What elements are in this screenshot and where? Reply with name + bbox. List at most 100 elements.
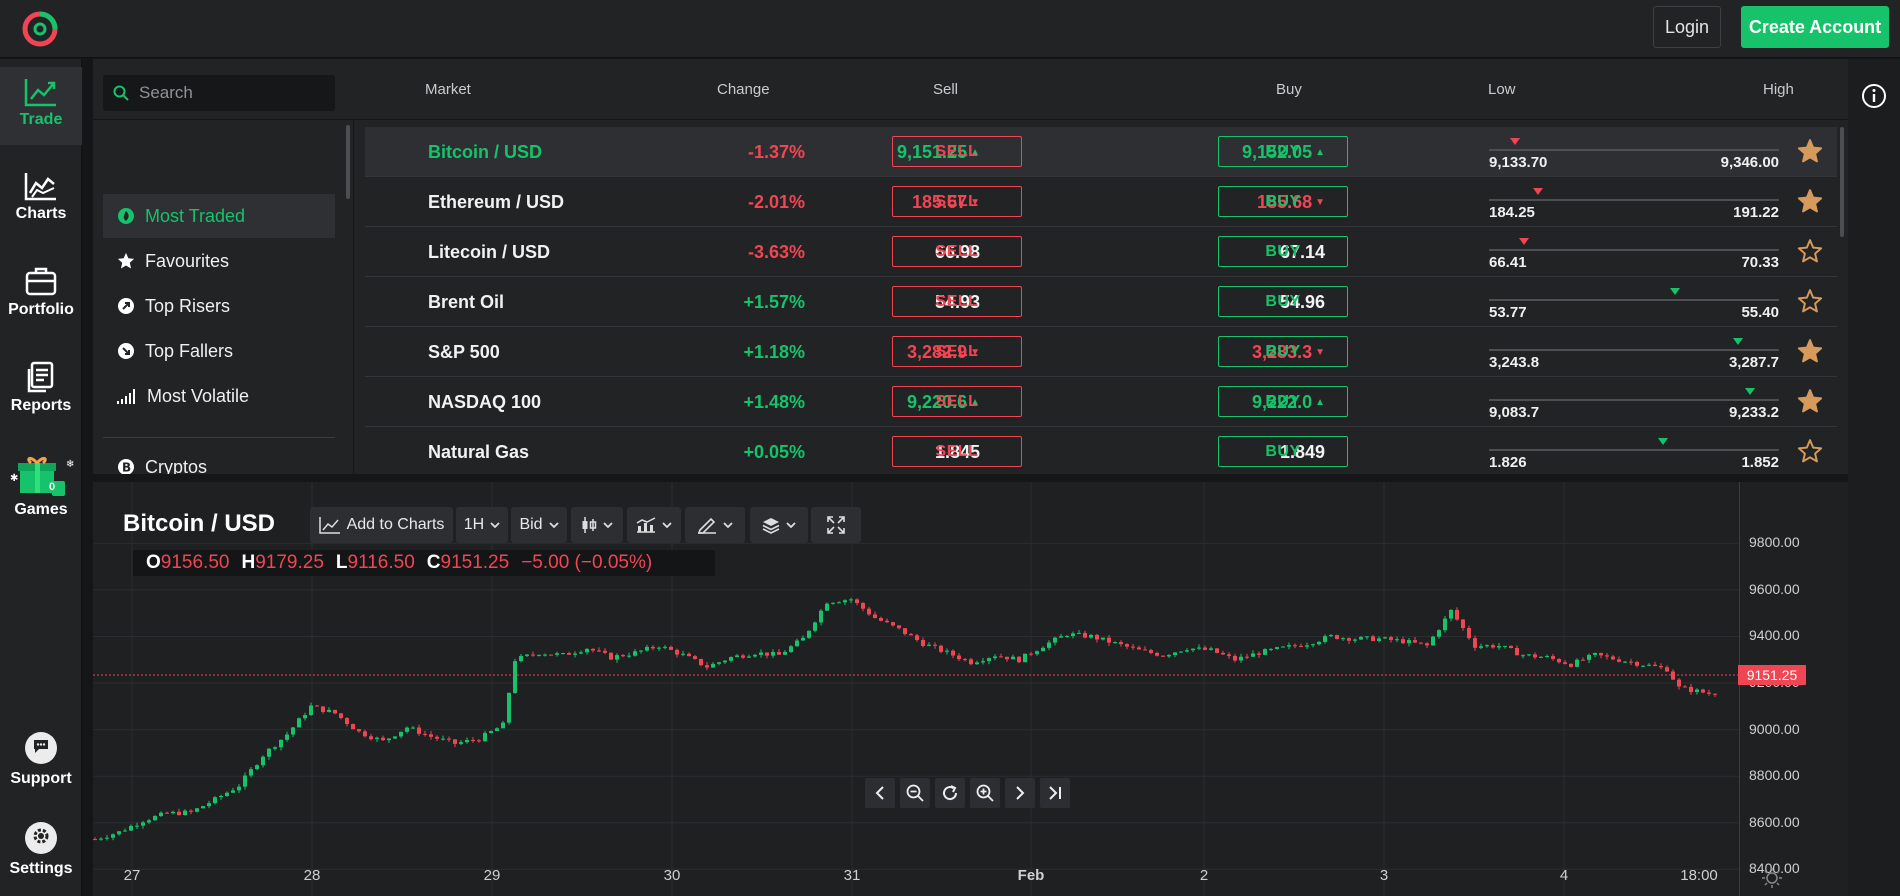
candlestick-chart[interactable]: [93, 482, 1739, 896]
candle-body: [93, 839, 97, 841]
star-outline-icon[interactable]: [1797, 238, 1823, 264]
buy-button[interactable]: BUY: [1218, 286, 1348, 317]
market-row[interactable]: Brent Oil +1.57% 54.93 SELL 54.96 BUY 53…: [365, 277, 1837, 327]
low-label: L: [335, 552, 348, 573]
search-box[interactable]: [103, 75, 335, 111]
candle-body: [225, 792, 229, 797]
add-to-charts-button[interactable]: Add to Charts: [310, 507, 453, 543]
candle-body: [1215, 648, 1219, 653]
go-to-latest-button[interactable]: [1040, 778, 1070, 808]
scroll-left-button[interactable]: [865, 778, 895, 808]
candle-body: [1083, 632, 1087, 638]
sell-button[interactable]: SELL: [892, 236, 1022, 267]
candle-body: [507, 692, 511, 723]
buy-button[interactable]: BUY: [1218, 186, 1348, 217]
candle-body: [1347, 638, 1351, 641]
sell-button[interactable]: SELL: [892, 336, 1022, 367]
star-outline-icon[interactable]: [1797, 288, 1823, 314]
sidebar-item-reports[interactable]: Reports: [0, 361, 82, 415]
login-button[interactable]: Login: [1653, 6, 1721, 48]
category-top-fallers[interactable]: Top Fallers: [103, 329, 335, 373]
candle-body: [801, 637, 805, 641]
interval-select[interactable]: 1H: [456, 507, 508, 543]
price-type-select[interactable]: Bid: [511, 507, 567, 543]
info-icon[interactable]: [1861, 83, 1887, 109]
buy-button[interactable]: BUY: [1218, 236, 1348, 267]
market-name[interactable]: Bitcoin / USD: [428, 127, 542, 177]
candle-body: [1029, 653, 1033, 655]
candle-body: [981, 661, 985, 663]
candle-body: [1575, 659, 1579, 667]
candle-body: [789, 646, 793, 652]
buy-button[interactable]: BUY: [1218, 136, 1348, 167]
sell-button[interactable]: SELL: [892, 186, 1022, 217]
star-filled-icon[interactable]: [1797, 138, 1823, 164]
indicators-select[interactable]: [627, 507, 681, 543]
day-range: 1.826 1.852: [1489, 427, 1779, 474]
sidebar-item-games[interactable]: ✱ ❄ 0 Games: [0, 455, 82, 519]
zoom-out-button[interactable]: [900, 778, 930, 808]
candle-body: [1509, 645, 1513, 649]
market-name[interactable]: S&P 500: [428, 327, 500, 377]
x-tick-label: Feb: [1017, 867, 1045, 884]
fullscreen-button[interactable]: [811, 507, 861, 543]
category-cryptos[interactable]: B Cryptos: [103, 445, 335, 474]
star-filled-icon[interactable]: [1797, 188, 1823, 214]
sidebar-item-support[interactable]: Support: [0, 732, 82, 788]
category-most-traded[interactable]: Most Traded: [103, 194, 335, 238]
candle-body: [381, 737, 385, 741]
candle-body: [1155, 652, 1159, 656]
candle-body: [765, 652, 769, 656]
sidebar-item-trade[interactable]: Trade: [0, 67, 82, 145]
sidebar-item-settings[interactable]: Settings: [0, 822, 82, 878]
candle-body: [1551, 656, 1555, 659]
market-row[interactable]: Litecoin / USD -3.63% 66.98 SELL 67.14 B…: [365, 227, 1837, 277]
create-account-button[interactable]: Create Account: [1741, 6, 1889, 48]
layers-select[interactable]: [750, 507, 808, 543]
search-icon: [113, 85, 129, 101]
scroll-right-button[interactable]: [1005, 778, 1035, 808]
star-filled-icon[interactable]: [1797, 388, 1823, 414]
sidebar-item-charts[interactable]: Charts: [0, 171, 82, 223]
sell-button[interactable]: SELL: [892, 286, 1022, 317]
brand-logo[interactable]: [20, 9, 60, 49]
market-row[interactable]: NASDAQ 100 +1.48% 9,220.6 ▲ SELL 9,222.0 ▲…: [365, 377, 1837, 427]
candle-body: [915, 635, 919, 640]
star-filled-icon[interactable]: [1797, 338, 1823, 364]
candle-body: [1209, 648, 1213, 650]
candle-body: [1701, 689, 1705, 693]
market-scrollbar[interactable]: [1840, 127, 1844, 237]
category-scrollbar[interactable]: [346, 125, 350, 199]
market-name[interactable]: Litecoin / USD: [428, 227, 550, 277]
chart-type-select[interactable]: [571, 507, 623, 543]
buy-button[interactable]: BUY: [1218, 386, 1348, 417]
sidebar-item-portfolio[interactable]: Portfolio: [0, 265, 82, 319]
search-input[interactable]: [139, 83, 319, 103]
market-row[interactable]: Natural Gas +0.05% 1.845 SELL 1.849 BUY …: [365, 427, 1837, 474]
star-outline-icon[interactable]: [1797, 438, 1823, 464]
reset-button[interactable]: [935, 778, 965, 808]
buy-button[interactable]: BUY: [1218, 336, 1348, 367]
market-row[interactable]: Ethereum / USD -2.01% 185.67 ▼ SELL 185.6…: [365, 177, 1837, 227]
sell-button[interactable]: SELL: [892, 136, 1022, 167]
market-name[interactable]: Natural Gas: [428, 427, 529, 474]
buy-button[interactable]: BUY: [1218, 436, 1348, 467]
sell-button[interactable]: SELL: [892, 436, 1022, 467]
column-header-change: Change: [717, 81, 770, 98]
category-top-risers[interactable]: Top Risers: [103, 284, 335, 328]
market-name[interactable]: Brent Oil: [428, 277, 504, 327]
market-name[interactable]: Ethereum / USD: [428, 177, 564, 227]
category-most-volatile[interactable]: Most Volatile: [103, 374, 335, 418]
zoom-in-button[interactable]: [970, 778, 1000, 808]
theme-sun-icon[interactable]: [1761, 867, 1783, 889]
candle-body: [957, 655, 961, 660]
market-row[interactable]: Bitcoin / USD -1.37% 9,151.25 ▲ SELL 9,15…: [365, 127, 1837, 177]
category-favourites[interactable]: Favourites: [103, 239, 335, 283]
drawing-tools-select[interactable]: [685, 507, 745, 543]
market-row[interactable]: S&P 500 +1.18% 3,282.9 ▼ SELL 3,283.3 ▼ BU…: [365, 327, 1837, 377]
sell-button[interactable]: SELL: [892, 386, 1022, 417]
candle-body: [483, 732, 487, 742]
market-name[interactable]: NASDAQ 100: [428, 377, 541, 427]
candle-body: [555, 653, 559, 655]
candle-body: [699, 658, 703, 666]
